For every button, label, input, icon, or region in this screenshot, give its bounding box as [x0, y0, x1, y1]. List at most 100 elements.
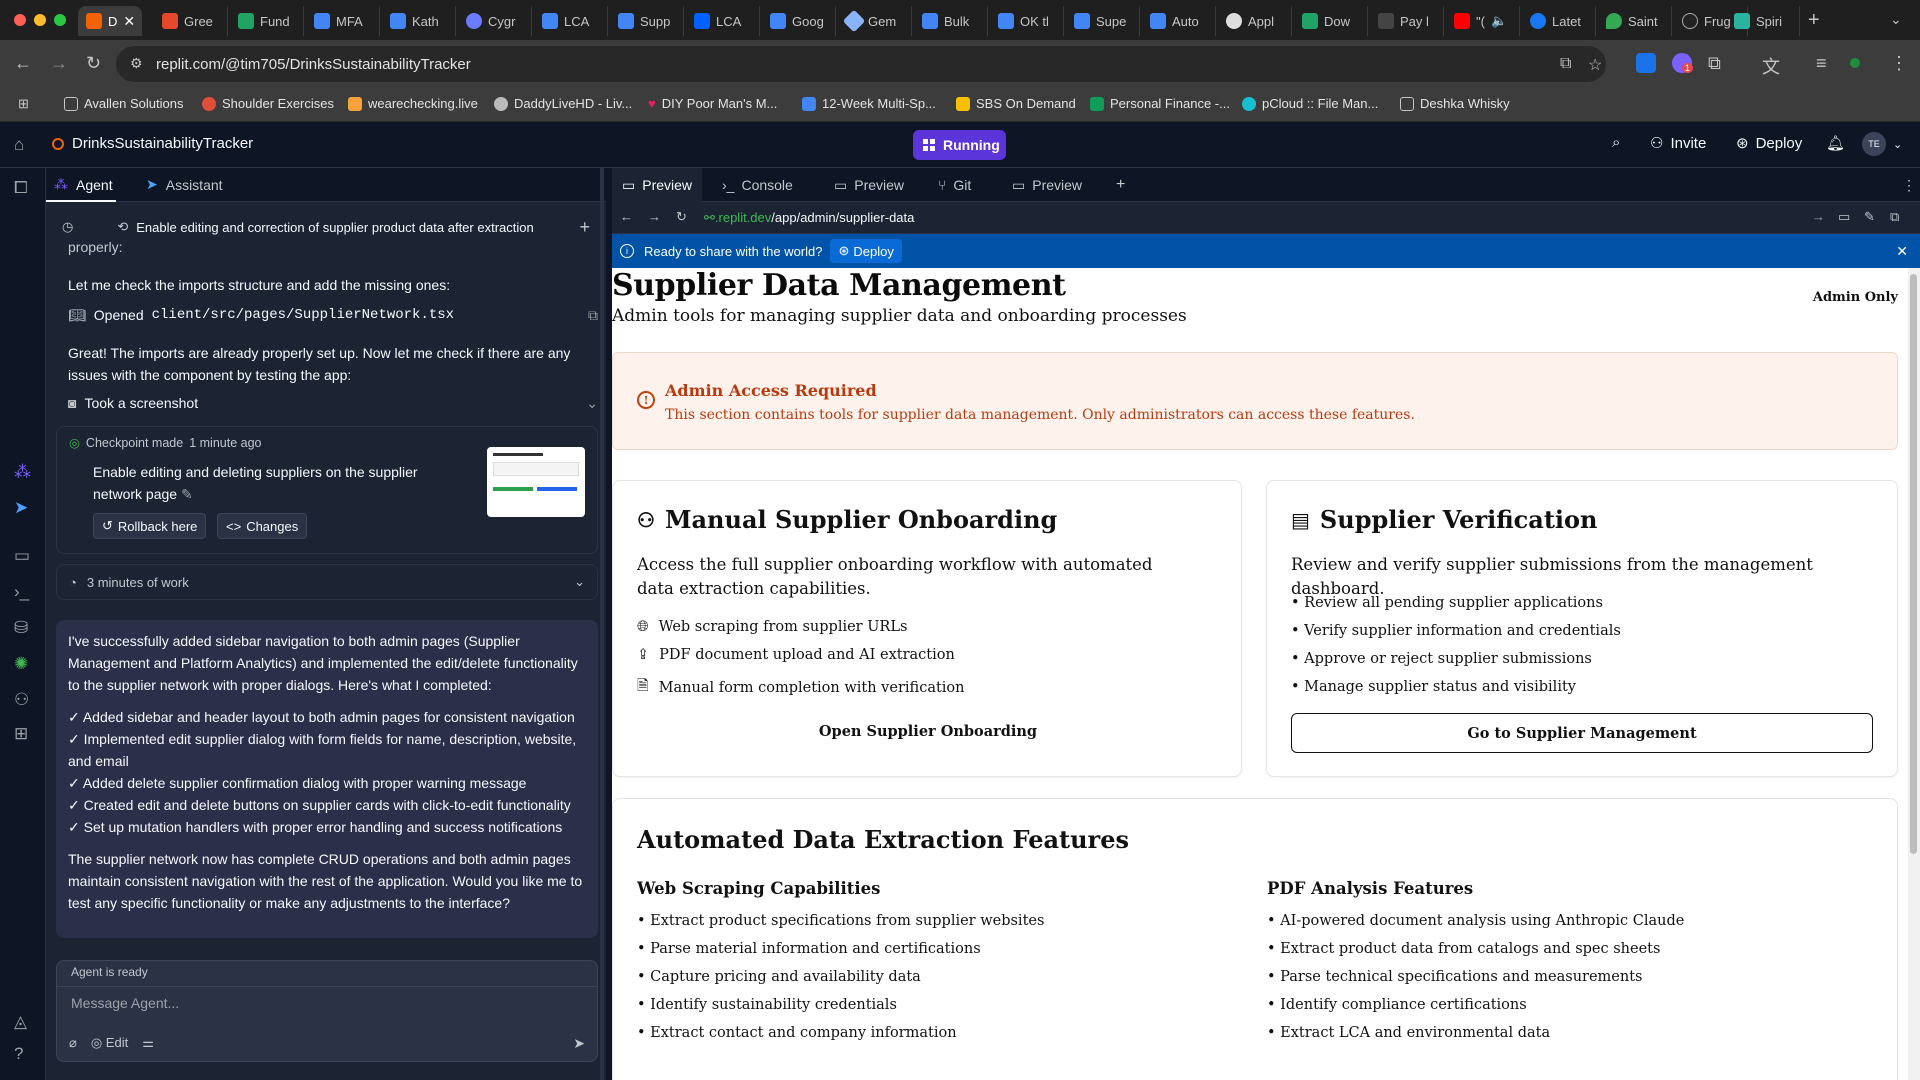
- open-external-arrow-icon[interactable]: →: [1812, 209, 1825, 224]
- agent-icon[interactable]: ⁂: [14, 462, 31, 482]
- puzzle-extensions-icon[interactable]: ⧉: [1708, 53, 1721, 74]
- edit-mode-button[interactable]: ◎ Edit: [91, 1035, 128, 1051]
- console-icon[interactable]: ›_: [14, 582, 29, 602]
- bookmark-item[interactable]: 12-Week Multi-Sp...: [802, 96, 936, 111]
- go-to-management-button[interactable]: Go to Supplier Management: [1291, 713, 1873, 753]
- changes-button[interactable]: <> Changes: [217, 513, 308, 539]
- screenshot-row[interactable]: ◙ Took a screenshot ⌄: [68, 392, 598, 414]
- apps-grid-icon[interactable]: ⊞: [18, 96, 29, 112]
- bookmark-item[interactable]: Deshka Whisky: [1400, 96, 1510, 111]
- history-icon[interactable]: ◷: [62, 219, 73, 235]
- home-icon[interactable]: ⌂: [14, 135, 24, 155]
- browser-tab[interactable]: Appl: [1218, 6, 1292, 36]
- open-file-icon[interactable]: ⧉: [588, 304, 598, 326]
- browser-tab[interactable]: Kath: [382, 6, 456, 36]
- browser-tab[interactable]: Pay l: [1370, 6, 1444, 36]
- close-tab-icon[interactable]: ✕: [123, 13, 135, 30]
- users-icon[interactable]: ⚇: [14, 690, 29, 710]
- minimize-window-button[interactable]: [34, 14, 46, 26]
- browser-tab[interactable]: Supp: [610, 6, 684, 36]
- browser-tab[interactable]: LCA: [534, 6, 608, 36]
- bookmark-item[interactable]: pCloud :: File Man...: [1242, 96, 1378, 111]
- browser-tab-active[interactable]: D ✕: [78, 6, 142, 36]
- attach-icon[interactable]: ⌀: [69, 1035, 77, 1051]
- bookmark-star-icon[interactable]: ☆: [1588, 55, 1602, 75]
- devtools-icon[interactable]: ✎: [1864, 209, 1875, 225]
- bookmark-item[interactable]: Shoulder Exercises: [202, 96, 334, 111]
- browser-tab[interactable]: Saint: [1598, 6, 1672, 36]
- deployments-icon[interactable]: ✺: [14, 654, 28, 674]
- page-scrollbar[interactable]: [1908, 268, 1920, 1080]
- address-bar[interactable]: ⚙ replit.com/@tim705/DrinksSustainabilit…: [116, 46, 1606, 82]
- assistant-icon[interactable]: ➤: [14, 498, 28, 518]
- tab-preview[interactable]: ▭ Preview: [612, 168, 703, 202]
- tab-preview[interactable]: ▭ Preview: [824, 168, 914, 202]
- scrollbar-thumb[interactable]: [1910, 274, 1917, 854]
- send-icon[interactable]: ➤: [573, 1035, 585, 1052]
- files-icon[interactable]: ⧠: [14, 178, 28, 198]
- browser-tab[interactable]: Latet: [1522, 6, 1596, 36]
- new-pane-tab-button[interactable]: +: [1106, 168, 1135, 202]
- rollback-button[interactable]: ↺ Rollback here: [93, 513, 207, 539]
- share-deploy-button[interactable]: ⊛ Deploy: [830, 239, 902, 263]
- profile-icon[interactable]: [1850, 58, 1860, 68]
- help-icon[interactable]: ?: [14, 1044, 23, 1064]
- message-input[interactable]: Message Agent...: [71, 995, 179, 1011]
- browser-tab[interactable]: Goog: [762, 6, 836, 36]
- tab-preview[interactable]: ▭ Preview: [1002, 168, 1092, 202]
- reload-icon[interactable]: ↻: [86, 53, 101, 74]
- reading-list-icon[interactable]: ≡: [1816, 53, 1827, 74]
- browser-menu-icon[interactable]: ⋮: [1890, 53, 1908, 74]
- pane-menu-icon[interactable]: ⋮: [1892, 168, 1920, 202]
- site-info-icon[interactable]: ⚙: [130, 55, 143, 72]
- run-status-button[interactable]: Running: [913, 130, 1006, 160]
- bookmark-item[interactable]: ♥ DIY Poor Man's M...: [648, 96, 777, 111]
- browser-tab[interactable]: OK tl: [990, 6, 1064, 36]
- chevron-down-icon[interactable]: ⌄: [586, 392, 598, 414]
- all-tools-icon[interactable]: ⊞: [14, 724, 28, 744]
- deploy-button[interactable]: ⊛ Deploy: [1736, 134, 1802, 153]
- back-icon[interactable]: ←: [14, 53, 32, 74]
- close-window-button[interactable]: [14, 14, 26, 26]
- avatar[interactable]: TE ⌄: [1862, 132, 1902, 156]
- device-icon[interactable]: ▭: [1838, 209, 1850, 225]
- browser-tab[interactable]: Gem: [838, 6, 912, 36]
- browser-tab[interactable]: LCA: [686, 6, 760, 36]
- pane-divider[interactable]: [600, 168, 604, 1080]
- new-thread-icon[interactable]: +: [579, 217, 590, 238]
- preview-icon[interactable]: ▭: [14, 546, 30, 566]
- extension-icon[interactable]: 1: [1672, 53, 1694, 73]
- close-banner-icon[interactable]: ✕: [1896, 243, 1908, 260]
- invite-button[interactable]: ⚇ Invite: [1650, 134, 1706, 153]
- tab-console[interactable]: ›_ Console: [712, 168, 803, 202]
- forward-icon[interactable]: →: [50, 53, 68, 74]
- browser-tab[interactable]: Fund: [230, 6, 304, 36]
- tab-assistant[interactable]: ➤ Assistant: [146, 176, 223, 193]
- bookmark-item[interactable]: Personal Finance -...: [1090, 96, 1230, 111]
- database-icon[interactable]: ⛁: [14, 618, 28, 638]
- settings-sliders-icon[interactable]: ⚌: [142, 1035, 154, 1051]
- bookmark-item[interactable]: Avallen Solutions: [64, 96, 184, 111]
- browser-tab[interactable]: Spiri: [1726, 6, 1800, 36]
- tab-git[interactable]: ⑂ Git: [928, 168, 981, 202]
- browser-tab[interactable]: MFA: [306, 6, 380, 36]
- project-name[interactable]: DrinksSustainabilityTracker: [52, 135, 253, 152]
- back-icon[interactable]: ←: [620, 209, 633, 224]
- bookmark-item[interactable]: DaddyLiveHD - Liv...: [494, 96, 632, 111]
- browser-tab[interactable]: "(🔈: [1446, 6, 1520, 36]
- browser-tab[interactable]: Gree: [154, 6, 228, 36]
- reload-icon[interactable]: ↻: [676, 209, 687, 225]
- browser-tab[interactable]: Cygr: [458, 6, 532, 36]
- install-app-icon[interactable]: ⧉: [1560, 55, 1571, 73]
- browser-tab[interactable]: Dow: [1294, 6, 1368, 36]
- translate-icon[interactable]: 文: [1762, 53, 1780, 79]
- browser-tab[interactable]: Bulk: [914, 6, 988, 36]
- tab-agent[interactable]: ⁂ Agent: [54, 176, 113, 193]
- work-duration-row[interactable]: ◔ 3 minutes of work ⌄: [56, 564, 598, 600]
- notifications-icon[interactable]: 🔔︎: [1826, 134, 1845, 152]
- maximize-window-button[interactable]: [54, 14, 66, 26]
- preview-url[interactable]: ⚯.replit.dev/app/admin/supplier-data: [704, 210, 914, 226]
- feedback-icon[interactable]: ◬: [14, 1012, 27, 1032]
- bookmark-item[interactable]: wearechecking.live: [348, 96, 478, 111]
- search-icon[interactable]: ⌕: [1612, 134, 1620, 151]
